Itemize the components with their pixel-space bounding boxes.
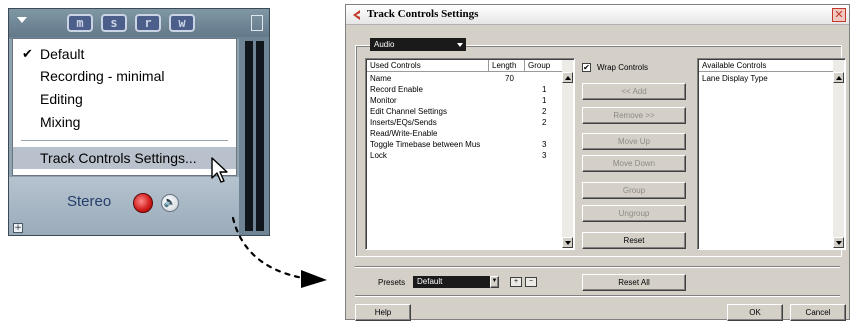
save-preset-icon[interactable]: +	[510, 277, 522, 287]
control-length: 70	[505, 74, 514, 83]
menu-item-label: Editing	[40, 91, 83, 107]
scroll-up-icon[interactable]	[833, 72, 844, 83]
scroll-up-icon[interactable]	[562, 72, 573, 83]
available-controls-header: Available Controls	[699, 60, 833, 72]
wrap-controls-label: Wrap Controls	[597, 63, 648, 72]
control-name: Read/Write-Enable	[370, 129, 438, 138]
control-group: 1	[542, 85, 547, 94]
track-type-dropdown[interactable]: Audio	[370, 38, 466, 51]
table-row[interactable]: Read/Write-Enable	[367, 128, 562, 139]
control-name: Toggle Timebase between Mus	[370, 140, 481, 149]
column-header-length[interactable]: Length	[489, 60, 525, 72]
dialog-title: Track Controls Settings	[367, 8, 479, 20]
menu-item-recording-minimal[interactable]: Recording - minimal	[13, 65, 236, 87]
column-header-available-controls[interactable]: Available Controls	[699, 60, 834, 72]
used-controls-header: Used Controls Length Group	[367, 60, 562, 72]
track-controls-context-menu: ✔ Default Recording - minimal Editing Mi…	[12, 38, 237, 176]
control-name: Record Enable	[370, 85, 423, 94]
menu-item-label: Default	[40, 46, 85, 62]
presets-dropdown[interactable]: Default	[413, 276, 498, 288]
expand-icon[interactable]: +	[13, 223, 23, 233]
cancel-button[interactable]: Cancel	[790, 304, 846, 321]
dialog-titlebar: Track Controls Settings ✕	[346, 5, 849, 25]
available-controls-scrollbar[interactable]	[833, 60, 844, 248]
control-name: Monitor	[370, 96, 397, 105]
menu-item-editing[interactable]: Editing	[13, 88, 236, 110]
close-button[interactable]: ✕	[832, 8, 846, 22]
control-name: Name	[370, 74, 392, 83]
menu-item-label: Mixing	[40, 114, 81, 130]
column-header-group[interactable]: Group	[525, 60, 561, 72]
scroll-down-icon[interactable]	[562, 237, 573, 248]
table-row[interactable]: Toggle Timebase between Mus 3	[367, 139, 562, 150]
menu-separator	[21, 140, 228, 141]
available-controls-list[interactable]: Available Controls Lane Display Type	[697, 58, 846, 250]
table-row[interactable]: Inserts/EQs/Sends 2	[367, 117, 562, 128]
track-menu-arrow-icon[interactable]	[17, 17, 27, 23]
track-type-value: Audio	[374, 40, 395, 49]
presets-label: Presets	[378, 278, 406, 287]
wrap-controls-checkbox[interactable]: ✔	[582, 63, 591, 72]
channel-config-label: Stereo	[67, 193, 112, 210]
control-group: 1	[542, 96, 547, 105]
remove-button[interactable]: Remove >>	[582, 107, 686, 124]
level-meter-left	[245, 41, 253, 231]
used-controls-list[interactable]: Used Controls Length Group Name 70 Recor…	[365, 58, 575, 250]
scroll-down-icon[interactable]	[833, 237, 844, 248]
used-controls-scrollbar[interactable]	[562, 60, 573, 248]
presets-value: Default	[417, 277, 443, 286]
reset-button[interactable]: Reset	[582, 232, 686, 249]
control-group: 3	[542, 151, 547, 160]
mute-button[interactable]: m	[67, 14, 93, 32]
column-header-used-controls[interactable]: Used Controls	[367, 60, 489, 72]
app-logo-icon	[353, 10, 360, 20]
level-meter-right	[256, 41, 264, 231]
control-group: 3	[542, 140, 547, 149]
track-header-bar: m s r w	[9, 9, 269, 37]
add-button[interactable]: << Add	[582, 83, 686, 100]
mouse-pointer-icon	[211, 157, 228, 183]
track-folder-icon[interactable]	[251, 15, 263, 31]
track-controls-area	[9, 177, 239, 235]
control-name: Inserts/EQs/Sends	[370, 118, 437, 127]
menu-item-default[interactable]: ✔ Default	[13, 43, 236, 65]
control-name: Edit Channel Settings	[370, 107, 447, 116]
move-down-button[interactable]: Move Down	[582, 155, 686, 172]
move-up-button[interactable]: Move Up	[582, 133, 686, 150]
presets-dropdown-button[interactable]: ▼	[490, 276, 499, 288]
ok-button[interactable]: OK	[727, 304, 783, 321]
list-item[interactable]: Lane Display Type	[699, 73, 833, 84]
track-button-group: m s r w	[67, 14, 195, 32]
read-button[interactable]: r	[135, 14, 161, 32]
table-row[interactable]: Lock 3	[367, 150, 562, 161]
control-group: 2	[542, 107, 547, 116]
checkmark-icon: ✔	[22, 46, 33, 61]
table-row[interactable]: Monitor 1	[367, 95, 562, 106]
control-group: 2	[542, 118, 547, 127]
menu-item-mixing[interactable]: Mixing	[13, 111, 236, 133]
separator	[355, 295, 840, 297]
menu-item-track-controls-settings[interactable]: Track Controls Settings...	[13, 147, 236, 169]
chevron-down-icon	[457, 43, 463, 47]
delete-preset-icon[interactable]: −	[525, 277, 537, 287]
control-name: Lock	[370, 151, 387, 160]
group-button[interactable]: Group	[582, 182, 686, 199]
write-button[interactable]: w	[169, 14, 195, 32]
solo-button[interactable]: s	[101, 14, 127, 32]
record-enable-button[interactable]	[133, 193, 153, 213]
flow-arrow-icon	[231, 216, 327, 288]
table-row[interactable]: Name 70	[367, 73, 562, 84]
track-controls-settings-dialog: Track Controls Settings ✕ Audio Used Con…	[345, 4, 850, 321]
separator	[355, 266, 840, 268]
table-row[interactable]: Edit Channel Settings 2	[367, 106, 562, 117]
help-button[interactable]: Help	[355, 304, 411, 321]
menu-item-label: Track Controls Settings...	[40, 150, 197, 166]
reset-all-button[interactable]: Reset All	[582, 274, 686, 291]
table-row[interactable]: Record Enable 1	[367, 84, 562, 95]
menu-item-label: Recording - minimal	[40, 68, 165, 84]
ungroup-button[interactable]: Ungroup	[582, 205, 686, 222]
monitor-speaker-icon[interactable]: 🔈	[161, 194, 179, 212]
available-control-name: Lane Display Type	[702, 74, 768, 83]
